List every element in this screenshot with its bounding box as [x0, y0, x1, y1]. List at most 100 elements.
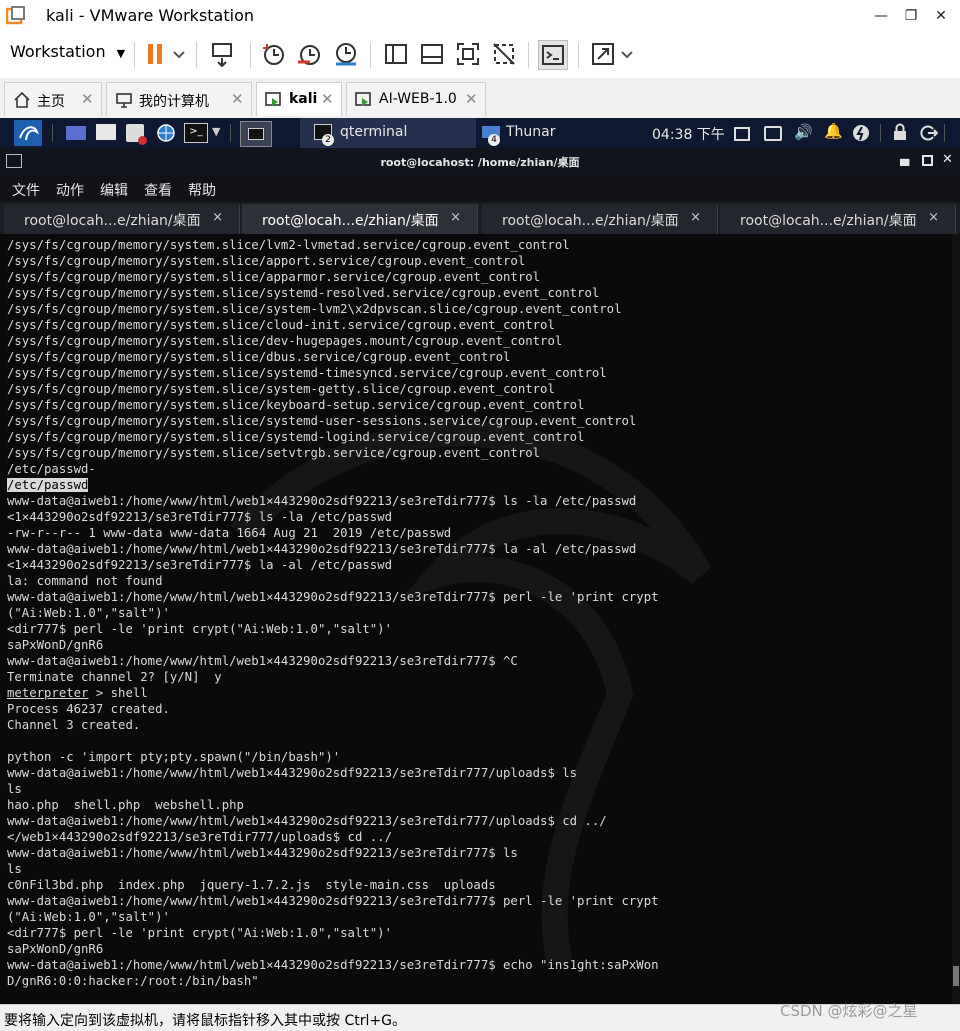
- terminal-tab-active[interactable]: root@locah...e/zhian/桌面 ×: [242, 204, 478, 234]
- minimize-icon[interactable]: ▄: [900, 152, 909, 166]
- terminal-line: </web1×443290o2sdf92213/se3reTdir777/upl…: [7, 830, 392, 844]
- terminal-launcher-icon[interactable]: >_: [184, 123, 208, 143]
- terminal-line: /etc/passwd: [7, 477, 659, 493]
- tab-close-icon[interactable]: ✕: [231, 90, 244, 108]
- terminal-line: /sys/fs/cgroup/memory/system.slice/appar…: [7, 270, 541, 284]
- minimize-icon[interactable]: —: [866, 4, 896, 28]
- menu-edit[interactable]: 编辑: [100, 180, 128, 200]
- terminal-line: /sys/fs/cgroup/memory/system.slice/syste…: [7, 366, 607, 380]
- toolbar-divider: [578, 42, 579, 68]
- manage-snapshots-icon[interactable]: [332, 40, 360, 68]
- terminal-tab-label: root@locah...e/zhian/桌面: [502, 213, 679, 229]
- terminal-lines: /sys/fs/cgroup/memory/system.slice/lvm2-…: [7, 237, 659, 989]
- task-qterminal[interactable]: 2 qterminal: [300, 118, 476, 148]
- toolbar-divider: [196, 42, 197, 68]
- terminal-line: meterpreter > shell: [7, 686, 148, 700]
- tab-close-icon[interactable]: ✕: [465, 90, 478, 108]
- terminal-line: /sys/fs/cgroup/memory/system.slice/appor…: [7, 254, 526, 268]
- task-thunar[interactable]: 4 Thunar: [478, 118, 638, 148]
- terminal-output[interactable]: /sys/fs/cgroup/memory/system.slice/lvm2-…: [0, 234, 952, 1004]
- logout-icon[interactable]: [920, 124, 938, 142]
- tab-kali[interactable]: kali ✕: [256, 82, 342, 116]
- terminal-line: www-data@aiweb1:/home/www/html/web1×4432…: [7, 846, 518, 860]
- tab-close-icon[interactable]: ✕: [321, 90, 334, 108]
- display-icon[interactable]: [734, 127, 750, 141]
- terminal-window-titlebar[interactable]: root@locahost: /home/zhian/桌面 ▄ ✕: [0, 148, 960, 174]
- terminal-line: www-data@aiweb1:/home/www/html/web1×4432…: [7, 590, 659, 604]
- terminal-line: www-data@aiweb1:/home/www/html/web1×4432…: [7, 958, 659, 972]
- menu-view[interactable]: 查看: [144, 180, 172, 200]
- panel-divider: [230, 124, 231, 142]
- file-manager-icon[interactable]: [96, 124, 116, 140]
- menu-file[interactable]: 文件: [12, 180, 40, 200]
- tab-close-icon[interactable]: ✕: [81, 90, 94, 108]
- keyboard-icon[interactable]: [764, 126, 782, 141]
- terminal-tab[interactable]: root@locah...e/zhian/桌面 ×: [720, 204, 956, 234]
- tab-close-icon[interactable]: ×: [690, 210, 701, 225]
- selected-text: /etc/passwd: [7, 478, 89, 492]
- tab-my-computer[interactable]: 我的计算机 ✕: [106, 82, 252, 116]
- task-label: qterminal: [340, 124, 408, 140]
- terminal-line: /sys/fs/cgroup/memory/system.slice/syste…: [7, 302, 622, 316]
- fullscreen-icon[interactable]: [454, 40, 482, 68]
- menu-help[interactable]: 帮助: [188, 180, 216, 200]
- terminal-tab-label: root@locah...e/zhian/桌面: [262, 213, 439, 229]
- tab-close-icon[interactable]: ×: [212, 210, 223, 225]
- terminal-line: www-data@aiweb1:/home/www/html/web1×4432…: [7, 542, 637, 556]
- chevron-down-icon[interactable]: ▼: [212, 125, 220, 138]
- workstation-menu-button[interactable]: Workstation ▼: [10, 42, 125, 61]
- terminal-line: ls: [7, 782, 22, 796]
- terminal-line: saPxWonD/gnR6: [7, 942, 104, 956]
- single-view-icon[interactable]: [418, 40, 446, 68]
- console-view-icon[interactable]: [538, 40, 568, 70]
- tab-close-icon[interactable]: ×: [450, 210, 461, 225]
- terminal-tab-bar: root@locah...e/zhian/桌面 × root@locah...e…: [0, 202, 960, 234]
- toolbar-divider: [370, 42, 371, 68]
- kali-panel: >_ ▼ 2 qterminal 4 Thunar 04:38 下午 🔊 🔔: [0, 118, 960, 148]
- lock-icon[interactable]: [892, 123, 908, 141]
- vm-tab-bar: 主页 ✕ 我的计算机 ✕ kali ✕ AI-WEB-1.0 ✕: [0, 78, 960, 119]
- scrollbar-thumb[interactable]: [953, 966, 959, 986]
- panel-divider: [52, 124, 53, 142]
- snapshot-icon[interactable]: [260, 40, 288, 68]
- volume-icon[interactable]: 🔊: [794, 123, 813, 141]
- close-icon[interactable]: ✕: [942, 152, 953, 167]
- terminal-line: www-data@aiweb1:/home/www/html/web1×4432…: [7, 894, 659, 908]
- terminal-tab[interactable]: root@locah...e/zhian/桌面 ×: [4, 204, 240, 234]
- notification-bell-icon[interactable]: 🔔: [824, 122, 843, 140]
- show-desktop-icon[interactable]: [66, 126, 86, 140]
- revert-snapshot-icon[interactable]: [296, 40, 324, 68]
- terminal-line: D/gnR6:0:0:hacker:/root:/bin/bash": [7, 974, 259, 988]
- workspace-1-button[interactable]: [240, 121, 272, 147]
- sidebar-icon[interactable]: [382, 40, 410, 68]
- terminal-line: /sys/fs/cgroup/memory/system.slice/keybo…: [7, 398, 585, 412]
- stretch-icon[interactable]: [590, 40, 634, 68]
- terminal-line: /sys/fs/cgroup/memory/system.slice/syste…: [7, 382, 555, 396]
- toolbar-divider: [250, 42, 251, 68]
- close-icon[interactable]: ✕: [926, 4, 956, 28]
- send-keys-icon[interactable]: [208, 40, 236, 68]
- terminal-line: ls: [7, 862, 22, 876]
- terminal-line: /sys/fs/cgroup/memory/system.slice/syste…: [7, 430, 585, 444]
- browser-icon[interactable]: [156, 123, 176, 143]
- pause-icon[interactable]: [142, 40, 186, 68]
- unity-icon[interactable]: [490, 40, 518, 68]
- terminal-line: /sys/fs/cgroup/memory/system.slice/syste…: [7, 286, 600, 300]
- text-editor-icon[interactable]: [126, 124, 147, 145]
- terminal-line: hao.php shell.php webshell.php: [7, 798, 244, 812]
- restore-icon[interactable]: ❐: [896, 4, 926, 28]
- menu-actions[interactable]: 动作: [56, 180, 84, 200]
- tab-ai-web[interactable]: AI-WEB-1.0 ✕: [346, 82, 486, 116]
- kali-menu-icon[interactable]: [14, 120, 42, 146]
- tab-home[interactable]: 主页 ✕: [4, 82, 102, 116]
- terminal-tab[interactable]: root@locah...e/zhian/桌面 ×: [482, 204, 718, 234]
- power-manager-icon[interactable]: [852, 124, 870, 142]
- maximize-icon[interactable]: [922, 155, 933, 166]
- tab-close-icon[interactable]: ×: [928, 210, 939, 225]
- panel-clock[interactable]: 04:38 下午: [652, 124, 725, 144]
- task-label: Thunar: [506, 124, 556, 140]
- status-message: 要将输入定向到该虚拟机，请将鼠标指针移入其中或按 Ctrl+G。: [4, 1013, 406, 1029]
- terminal-scrollbar[interactable]: [952, 234, 960, 1004]
- terminal-line: /sys/fs/cgroup/memory/system.slice/syste…: [7, 414, 637, 428]
